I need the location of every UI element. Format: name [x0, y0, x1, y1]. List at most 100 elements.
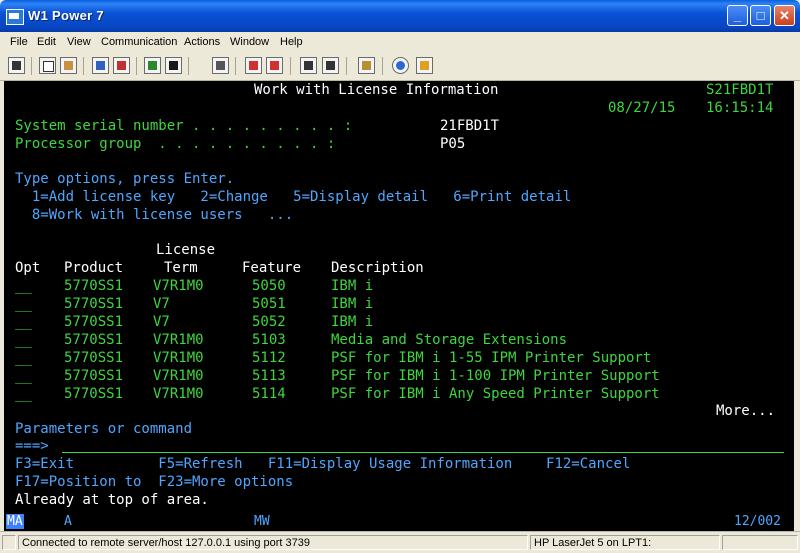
row-feature: 5113 [252, 368, 286, 384]
a-indicator: A [64, 514, 72, 529]
terminal-screen[interactable]: Work with License Information S21FBD1T 0… [4, 81, 794, 513]
row-term: V7R1M0 [153, 350, 204, 366]
column-header-license: License [156, 242, 216, 258]
row-opt-input[interactable]: __ [15, 332, 32, 348]
serial-label: System serial number . . . . . . . . . : [15, 118, 353, 134]
menu-communication[interactable]: Communication [101, 36, 177, 48]
row-description: PSF for IBM i 1-55 IPM Printer Support [331, 350, 652, 366]
command-input[interactable] [62, 452, 784, 453]
row-opt-input[interactable]: __ [15, 368, 32, 384]
keyboard-icon[interactable] [212, 57, 229, 74]
menu-edit[interactable]: Edit [37, 36, 56, 48]
menu-view[interactable]: View [67, 36, 91, 48]
row-product: 5770SS1 [64, 314, 124, 330]
send-icon[interactable] [92, 57, 109, 74]
screen-date: 08/27/15 [608, 100, 676, 116]
row-description: IBM i [331, 314, 374, 330]
toolbar-separator [188, 57, 189, 75]
data-transfer-up-icon[interactable] [245, 57, 262, 74]
row-term: V7R1M0 [153, 278, 204, 294]
menu-window[interactable]: Window [230, 36, 269, 48]
row-feature: 5051 [252, 296, 286, 312]
toolbar-separator [31, 57, 32, 75]
more-indicator: More... [716, 403, 776, 419]
ma-indicator: MA [6, 514, 24, 529]
column-header-feature: Feature [242, 260, 302, 276]
row-product: 5770SS1 [64, 296, 124, 312]
close-button[interactable]: ✕ [774, 5, 795, 26]
options-line-2: 8=Work with license users ... [15, 207, 294, 223]
processor-value: P05 [440, 136, 466, 152]
command-prompt: ===> [15, 438, 49, 454]
connection-status: Connected to remote server/host 127.0.0.… [18, 535, 528, 550]
toolbar-separator [83, 57, 84, 75]
toolbar [0, 52, 800, 81]
status-message: Already at top of area. [15, 492, 209, 508]
row-term: V7R1M0 [153, 386, 204, 402]
function-keys-line-2: F17=Position to F23=More options [15, 474, 294, 490]
toolbar-separator [346, 57, 347, 75]
menu-help[interactable]: Help [280, 36, 303, 48]
function-keys-line-1: F3=Exit F5=Refresh F11=Display Usage Inf… [15, 456, 631, 472]
row-feature: 5050 [252, 278, 286, 294]
row-opt-input[interactable]: __ [15, 314, 32, 330]
copy-icon[interactable] [39, 57, 56, 74]
printer-status: HP LaserJet 5 on LPT1: [530, 535, 720, 550]
terminal-app-icon [6, 9, 24, 25]
session-down-icon[interactable] [322, 57, 339, 74]
menu-file[interactable]: File [10, 36, 28, 48]
mw-indicator: MW [254, 514, 270, 529]
serial-value: 21FBD1T [440, 118, 500, 134]
row-product: 5770SS1 [64, 278, 124, 294]
screen-time: 16:15:14 [706, 100, 774, 116]
row-description: PSF for IBM i Any Speed Printer Support [331, 386, 660, 402]
processor-label: Processor group . . . . . . . . . . : [15, 136, 336, 152]
row-description: PSF for IBM i 1-100 IPM Printer Support [331, 368, 660, 384]
column-header-opt: Opt [15, 260, 41, 276]
ticket-icon[interactable] [416, 57, 433, 74]
session-up-icon[interactable] [300, 57, 317, 74]
status-bar: Connected to remote server/host 127.0.0.… [0, 531, 800, 553]
row-product: 5770SS1 [64, 386, 124, 402]
receive-icon[interactable] [113, 57, 130, 74]
row-opt-input[interactable]: __ [15, 278, 32, 294]
menu-actions[interactable]: Actions [184, 36, 220, 48]
row-product: 5770SS1 [64, 332, 124, 348]
row-description: IBM i [331, 296, 374, 312]
macro-record-icon[interactable] [144, 57, 161, 74]
menu-bar: File Edit View Communication Actions Win… [0, 32, 800, 52]
row-feature: 5114 [252, 386, 286, 402]
minimize-button[interactable]: _ [727, 5, 748, 26]
row-feature: 5052 [252, 314, 286, 330]
toolbar-separator [290, 57, 291, 75]
data-transfer-down-icon[interactable] [266, 57, 283, 74]
cursor-position: 12/002 [734, 514, 781, 529]
row-term: V7 [153, 314, 170, 330]
macro-play-icon[interactable] [165, 57, 182, 74]
row-product: 5770SS1 [64, 350, 124, 366]
instructions: Type options, press Enter. [15, 171, 235, 187]
row-feature: 5112 [252, 350, 286, 366]
row-description: Media and Storage Extensions [331, 332, 568, 348]
column-header-product: Product [64, 260, 124, 276]
row-product: 5770SS1 [64, 368, 124, 384]
row-feature: 5103 [252, 332, 286, 348]
print-icon[interactable] [8, 57, 25, 74]
row-term: V7R1M0 [153, 332, 204, 348]
paste-icon[interactable] [60, 57, 77, 74]
toolbar-separator [136, 57, 137, 75]
clipboard-icon[interactable] [358, 57, 375, 74]
row-opt-input[interactable]: __ [15, 296, 32, 312]
row-opt-input[interactable]: __ [15, 386, 32, 402]
globe-icon[interactable] [392, 57, 409, 74]
options-line-1: 1=Add license key 2=Change 5=Display det… [15, 189, 572, 205]
maximize-button[interactable]: □ [750, 5, 771, 26]
toolbar-separator [382, 57, 383, 75]
toolbar-separator [235, 57, 236, 75]
connection-status-icon [2, 535, 16, 550]
status-extra [722, 535, 798, 550]
parameters-label: Parameters or command [15, 421, 193, 437]
row-description: IBM i [331, 278, 374, 294]
row-term: V7 [153, 296, 170, 312]
row-opt-input[interactable]: __ [15, 350, 32, 366]
